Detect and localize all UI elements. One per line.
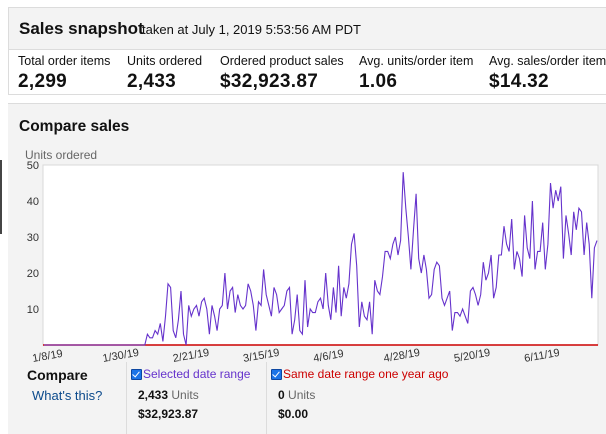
x-tick-label: 5/20/19 [453,347,491,362]
y-tick-label: 40 [27,196,39,208]
x-tick-label: 4/6/19 [312,348,344,362]
metric-avg-units-value: 1.06 [359,71,398,92]
selected-range-units-value: 2,433 [138,388,169,402]
metric-total-order-items-label: Total order items [18,54,111,68]
compare-sales-panel: Compare sales Units ordered 10 20 30 40 50 1… [8,103,606,434]
last-year-range-units-word: Units [288,388,316,402]
selected-range-units: 2,433 Units [138,388,199,402]
metric-units-ordered-value: 2,433 [127,71,177,92]
left-edge-scroll-indicator [0,160,2,234]
selected-range-units-word: Units [171,388,199,402]
selected-range-label: Selected date range [143,367,251,381]
snapshot-timestamp: taken at July 1, 2019 5:53:56 AM PDT [142,22,361,37]
metric-avg-sales-label: Avg. sales/order item [489,54,606,68]
x-tick-label: 6/11/19 [523,347,560,362]
metric-ordered-product-sales-value: $32,923.87 [220,71,319,92]
metric-ordered-product-sales-label: Ordered product sales [220,54,344,68]
last-year-range-checkbox[interactable] [271,369,282,380]
x-tick-label: 1/30/19 [102,347,140,362]
sales-snapshot-panel: Sales snapshot taken at July 1, 2019 5:5… [8,7,606,95]
whats-this-link[interactable]: What's this? [32,388,102,403]
metric-avg-sales-value: $14.32 [489,71,549,92]
legend-selected-range: Selected date range 2,433 Units $32,923.… [126,362,267,434]
legend-compare-title: Compare [27,367,88,383]
chart-plot-area [42,164,599,346]
metric-avg-units-label: Avg. units/order item [359,54,474,68]
metric-units-ordered-label: Units ordered [127,54,203,68]
snapshot-header: Sales snapshot taken at July 1, 2019 5:5… [9,8,606,50]
last-year-range-label: Same date range one year ago [283,367,449,381]
selected-range-checkbox[interactable] [131,369,142,380]
y-tick-label: 10 [27,304,39,316]
x-tick-label: 1/8/19 [31,348,63,362]
metric-total-order-items-value: 2,299 [18,71,68,92]
x-tick-label: 3/15/19 [242,347,280,362]
y-tick-label: 20 [27,268,39,280]
last-year-range-units-value: 0 [278,388,285,402]
last-year-range-sales: $0.00 [278,407,309,421]
selected-range-sales: $32,923.87 [138,407,199,421]
x-tick-label: 2/21/19 [172,347,210,362]
x-tick-label: 4/28/19 [383,347,421,362]
snapshot-title: Sales snapshot [19,19,144,38]
legend-last-year-range: Same date range one year ago 0 Units $0.… [266,362,467,434]
last-year-range-units: 0 Units [278,388,315,402]
y-tick-label: 30 [27,232,39,244]
y-tick-label: 50 [27,160,39,172]
units-ordered-chart: Units ordered 1020304050 1/8/19 1/30/19 2/… [25,148,599,362]
